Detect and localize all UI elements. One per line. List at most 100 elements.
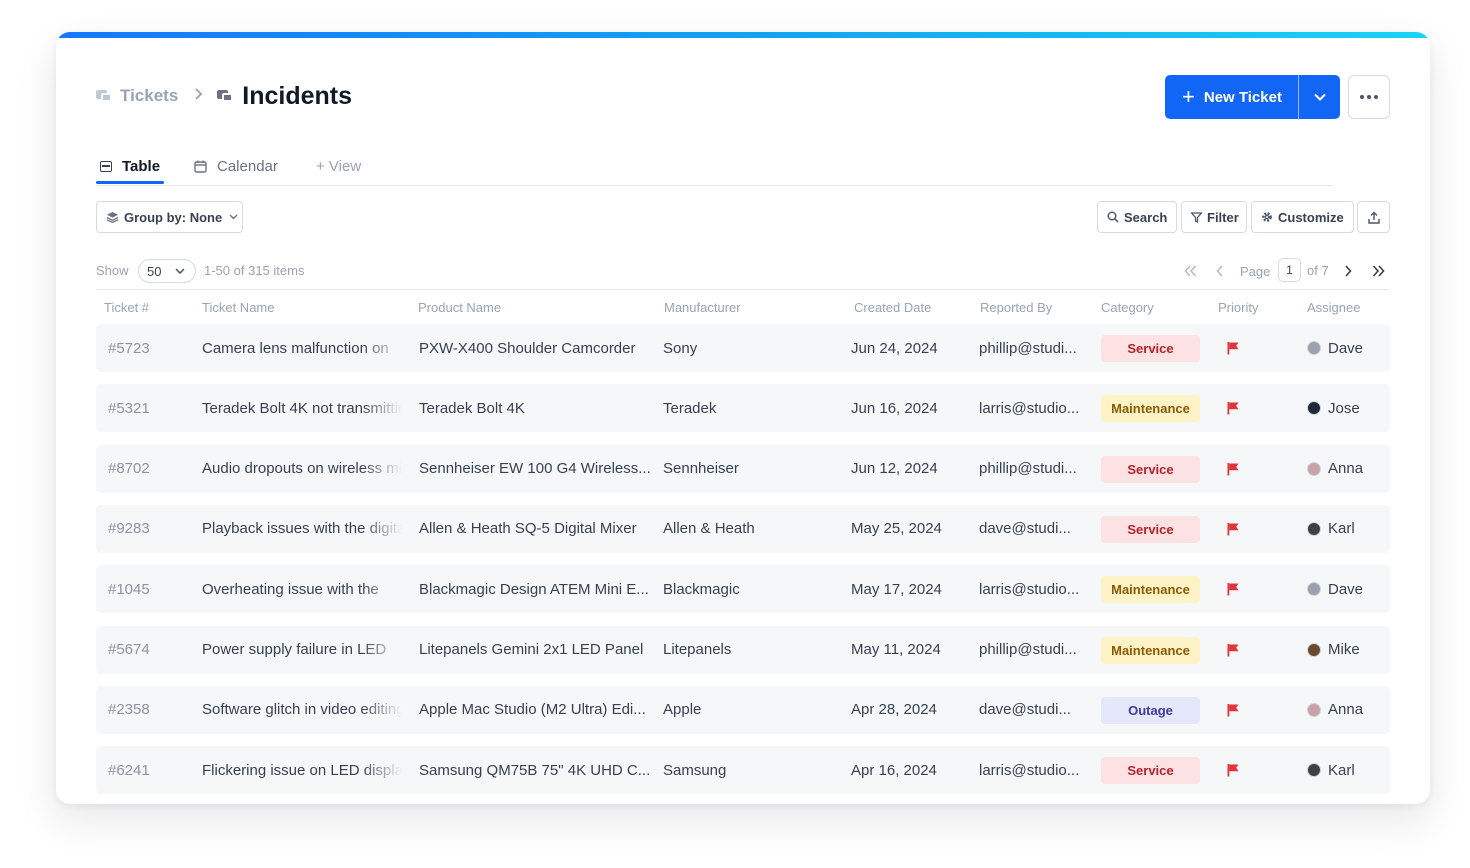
ticket-name[interactable]: Teradek Bolt 4K not transmitting [202, 384, 402, 432]
ticket-name[interactable]: Software glitch in video editing [202, 686, 402, 734]
ticket-id[interactable]: #1045 [108, 565, 188, 613]
table-row[interactable]: #5723 Camera lens malfunction on PXW-X400 … [96, 324, 1390, 372]
column-header[interactable]: Category [1101, 300, 1154, 315]
column-header[interactable]: Assignee [1307, 300, 1360, 315]
category-badge: Maintenance [1101, 636, 1200, 664]
category-badge: Maintenance [1101, 395, 1200, 423]
reported-by: dave@studi... [979, 701, 1071, 719]
assignee-name: Karl [1328, 761, 1355, 779]
column-header[interactable]: Ticket Name [202, 300, 274, 315]
more-icon [1360, 95, 1364, 99]
flag-icon[interactable] [1226, 401, 1240, 415]
avatar [1307, 341, 1321, 355]
avatar [1307, 763, 1321, 778]
created-date: May 11, 2024 [851, 641, 941, 658]
assignee[interactable]: Karl [1307, 746, 1355, 794]
tab-table[interactable]: Table [96, 158, 165, 184]
flag-icon[interactable] [1226, 341, 1240, 355]
column-header[interactable]: Created Date [854, 300, 931, 315]
ticket-name[interactable]: Playback issues with the digital [202, 505, 402, 553]
flag-icon[interactable] [1226, 462, 1240, 476]
avatar [1307, 521, 1321, 536]
tab-calendar[interactable]: Calendar [194, 158, 278, 175]
ticket-id[interactable]: #6241 [108, 746, 188, 794]
assignee[interactable]: Mike [1307, 626, 1360, 674]
reported-by: phillip@studi... [979, 339, 1077, 357]
assignee[interactable]: Dave [1307, 324, 1363, 372]
flag-icon[interactable] [1226, 522, 1240, 536]
column-header[interactable]: Manufacturer [664, 300, 741, 315]
flag-icon[interactable] [1226, 582, 1240, 596]
ticket-id[interactable]: #5321 [108, 384, 188, 432]
assignee[interactable]: Dave [1307, 565, 1363, 613]
ticket-name[interactable]: Flickering issue on LED display [202, 746, 402, 794]
ticket-id[interactable]: #9283 [108, 505, 188, 553]
reported-by: dave@studi... [979, 520, 1071, 538]
assignee[interactable]: Anna [1307, 445, 1363, 493]
ticket-name[interactable]: Audio dropouts on wireless mic [202, 445, 402, 493]
more-options-button[interactable] [1348, 75, 1390, 119]
ticket-name[interactable]: Camera lens malfunction on [202, 324, 402, 372]
reported-by: larris@studio... [979, 761, 1080, 779]
chevron-right-icon[interactable] [1344, 265, 1352, 277]
items-range: 1-50 of 315 items [204, 263, 305, 278]
search-button[interactable]: Search [1097, 201, 1177, 233]
customize-button[interactable]: Customize [1251, 201, 1354, 233]
column-header[interactable]: Priority [1218, 300, 1258, 315]
assignee[interactable]: Jose [1307, 384, 1360, 432]
page-number-input[interactable]: 1 [1278, 258, 1301, 282]
double-chevron-left-icon[interactable] [1184, 265, 1197, 277]
add-view-tab[interactable]: + View [316, 158, 361, 175]
flag-icon[interactable] [1226, 763, 1240, 777]
product-name: Litepanels Gemini 2x1 LED Panel [419, 641, 644, 658]
breadcrumb-parent[interactable]: Tickets [120, 86, 178, 106]
group-by-dropdown[interactable]: Group by: None [96, 201, 243, 233]
product-name: Blackmagic Design ATEM Mini E... [419, 580, 649, 598]
table-row[interactable]: #5321 Teradek Bolt 4K not transmitting Ter… [96, 384, 1390, 433]
more-icon [1367, 95, 1371, 99]
chevron-down-icon [229, 214, 238, 220]
filter-button[interactable]: Filter [1181, 201, 1247, 233]
search-label: Search [1124, 209, 1168, 225]
ticket-name[interactable]: Power supply failure in LED [202, 626, 402, 674]
ticket-id[interactable]: #5723 [108, 324, 188, 372]
chevron-left-icon[interactable] [1216, 265, 1224, 277]
table-row[interactable]: #9283 Playback issues with the digital All… [96, 504, 1390, 553]
ticket-id[interactable]: #8702 [108, 445, 188, 493]
table-row[interactable]: #8702 Audio dropouts on wireless mic Sennh… [96, 444, 1390, 493]
double-chevron-right-icon[interactable] [1372, 265, 1385, 277]
chevron-right-icon [194, 87, 203, 105]
column-header[interactable]: Product Name [418, 300, 501, 315]
assignee[interactable]: Karl [1307, 505, 1355, 553]
manufacturer: Blackmagic [663, 580, 740, 598]
table-row[interactable]: #5674 Power supply failure in LED Litepane… [96, 625, 1390, 674]
column-header[interactable]: Ticket # [104, 300, 149, 315]
page-title: Incidents [242, 81, 353, 110]
ticket-id[interactable]: #5674 [108, 626, 188, 674]
flag-icon[interactable] [1226, 643, 1240, 657]
flag-icon[interactable] [1226, 703, 1240, 717]
tickets-card: Tickets Incidents + New Ticket Table Cal… [56, 32, 1430, 804]
upload-icon [1367, 211, 1380, 224]
column-header[interactable]: Reported By [980, 300, 1052, 315]
search-icon [1107, 211, 1119, 223]
ticket-name[interactable]: Overheating issue with the [202, 565, 402, 613]
table-row[interactable]: #6241 Flickering issue on LED display Sams… [96, 746, 1390, 795]
group-by-label: Group by: None [124, 209, 223, 225]
table-row[interactable]: #1045 Overheating issue with the Blackmagi… [96, 565, 1390, 614]
ticket-id[interactable]: #2358 [108, 686, 188, 734]
assignee-name: Mike [1328, 641, 1360, 658]
product-name: Samsung QM75B 75" 4K UHD C... [419, 761, 651, 779]
new-ticket-button[interactable]: + New Ticket [1165, 75, 1298, 119]
manufacturer: Teradek [663, 399, 717, 417]
tab-label: Calendar [217, 158, 278, 175]
new-ticket-dropdown-button[interactable] [1299, 75, 1340, 119]
assignee[interactable]: Anna [1307, 686, 1363, 734]
table-row[interactable]: #2358 Software glitch in video editing App… [96, 685, 1390, 734]
export-button[interactable] [1357, 201, 1390, 233]
customize-label: Customize [1278, 209, 1344, 225]
page-size-select[interactable]: 50 [138, 259, 196, 283]
show-label: Show [96, 263, 129, 278]
category-badge: Service [1101, 757, 1200, 785]
avatar [1307, 642, 1321, 657]
